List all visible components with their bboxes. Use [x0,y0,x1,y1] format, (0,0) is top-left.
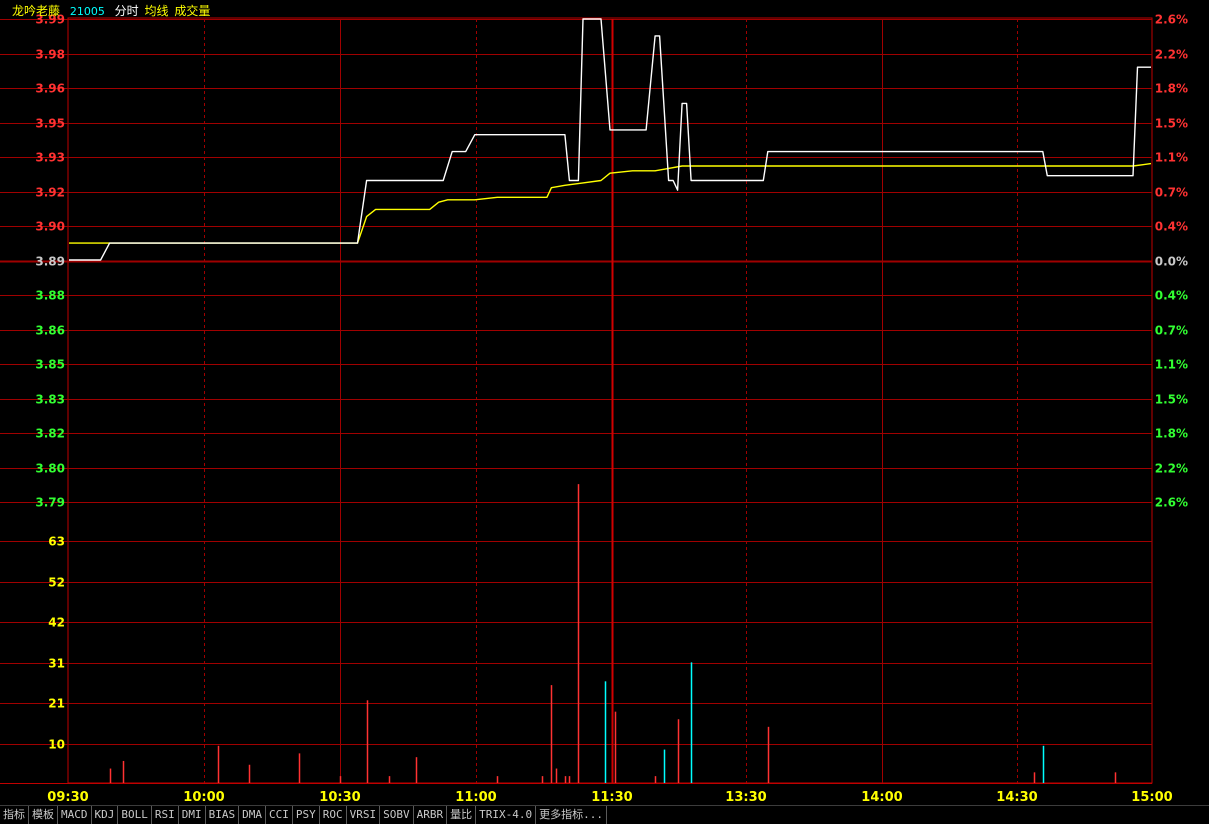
percent-tick-label: 1.1% [1155,151,1188,165]
percent-tick-label: 2.6% [1155,13,1188,27]
indicator-tab[interactable]: BOLL [118,806,152,824]
indicator-tab[interactable]: CCI [266,806,293,824]
volume-tick-label: 10 [48,738,65,752]
percent-tick-label: 1.8% [1155,427,1188,441]
price-tick-label: 3.98 [35,48,65,62]
indicator-tab[interactable]: VRSI [347,806,381,824]
percent-tick-label: 1.5% [1155,393,1188,407]
volume-tick-label: 42 [48,616,65,630]
indicator-tab[interactable]: ROC [320,806,347,824]
indicator-tab[interactable]: SOBV [380,806,414,824]
indicator-tab[interactable]: MACD [58,806,92,824]
indicator-tab[interactable]: BIAS [206,806,240,824]
percent-tick-label: 0.0% [1155,255,1188,269]
price-tick-label: 3.90 [35,220,65,234]
price-tick-label: 3.96 [35,82,65,96]
indicator-tab[interactable]: 更多指标... [536,806,607,824]
price-tick-label: 3.80 [35,462,65,476]
time-tick-label: 14:30 [996,790,1037,805]
indicator-tab[interactable]: DMI [179,806,206,824]
volume-label: 成交量 [174,4,211,18]
price-tick-label: 3.79 [35,496,65,510]
indicator-tab[interactable]: DMA [239,806,266,824]
price-tick-label: 3.86 [35,324,65,338]
percent-tick-label: 2.2% [1155,48,1188,62]
stock-code: 21005 [69,5,105,18]
time-tick-label: 10:00 [183,790,224,805]
percent-tick-label: 1.1% [1155,358,1188,372]
indicator-tab[interactable]: 量比 [447,806,477,824]
price-tick-label: 3.92 [35,186,65,200]
indicator-tab[interactable]: 指标 [0,806,29,824]
time-tick-label: 13:30 [725,790,766,805]
time-tick-label: 11:00 [455,790,496,805]
price-tick-label: 3.89 [35,255,65,269]
indicator-tab[interactable]: KDJ [92,806,119,824]
indicator-tab[interactable]: TRIX-4.0 [476,806,537,824]
percent-tick-label: 0.4% [1155,220,1188,234]
indicator-tab[interactable]: RSI [152,806,179,824]
price-tick-label: 3.85 [35,358,65,372]
volume-tick-label: 21 [48,697,65,711]
percent-tick-label: 0.4% [1155,289,1188,303]
time-tick-label: 15:00 [1131,790,1172,805]
percent-tick-label: 2.2% [1155,462,1188,476]
percent-tick-label: 0.7% [1155,186,1188,200]
time-tick-label: 14:00 [861,790,902,805]
percent-tick-label: 2.6% [1155,496,1188,510]
timeshare-label: 分时 [114,4,139,18]
price-tick-label: 3.93 [35,151,65,165]
indicator-tab[interactable]: ARBR [414,806,448,824]
time-tick-label: 11:30 [591,790,632,805]
time-tick-label: 09:30 [47,790,88,805]
percent-tick-label: 1.5% [1155,117,1188,131]
avg-line-label: 均线 [144,4,169,18]
price-tick-label: 3.95 [35,117,65,131]
timeshare-chart: 3.99 2.6%3.98 2.2%3.96 1.8%3.95 1.5%3.93 1.1%… [0,0,1209,805]
volume-tick-label: 52 [48,576,65,590]
stock-name: 龙吟老藤 [12,4,61,18]
percent-tick-label: 1.8% [1155,82,1188,96]
indicator-tab[interactable]: PSY [293,806,320,824]
chart-title-bar: 龙吟老藤 21005 分时 均线 成交量 [12,2,216,19]
percent-tick-label: 0.7% [1155,324,1188,338]
price-tick-label: 3.82 [35,427,65,441]
volume-tick-label: 31 [48,657,65,671]
price-tick-label: 3.88 [35,289,65,303]
time-tick-label: 10:30 [319,790,360,805]
volume-tick-label: 63 [48,535,65,549]
indicator-tab-bar: 指标 模板 MACD KDJ BOLL RSI DMI BIAS DMA CCI PSY ROC VRS… [0,805,1209,824]
price-tick-label: 3.83 [35,393,65,407]
indicator-tab[interactable]: 模板 [29,806,58,824]
